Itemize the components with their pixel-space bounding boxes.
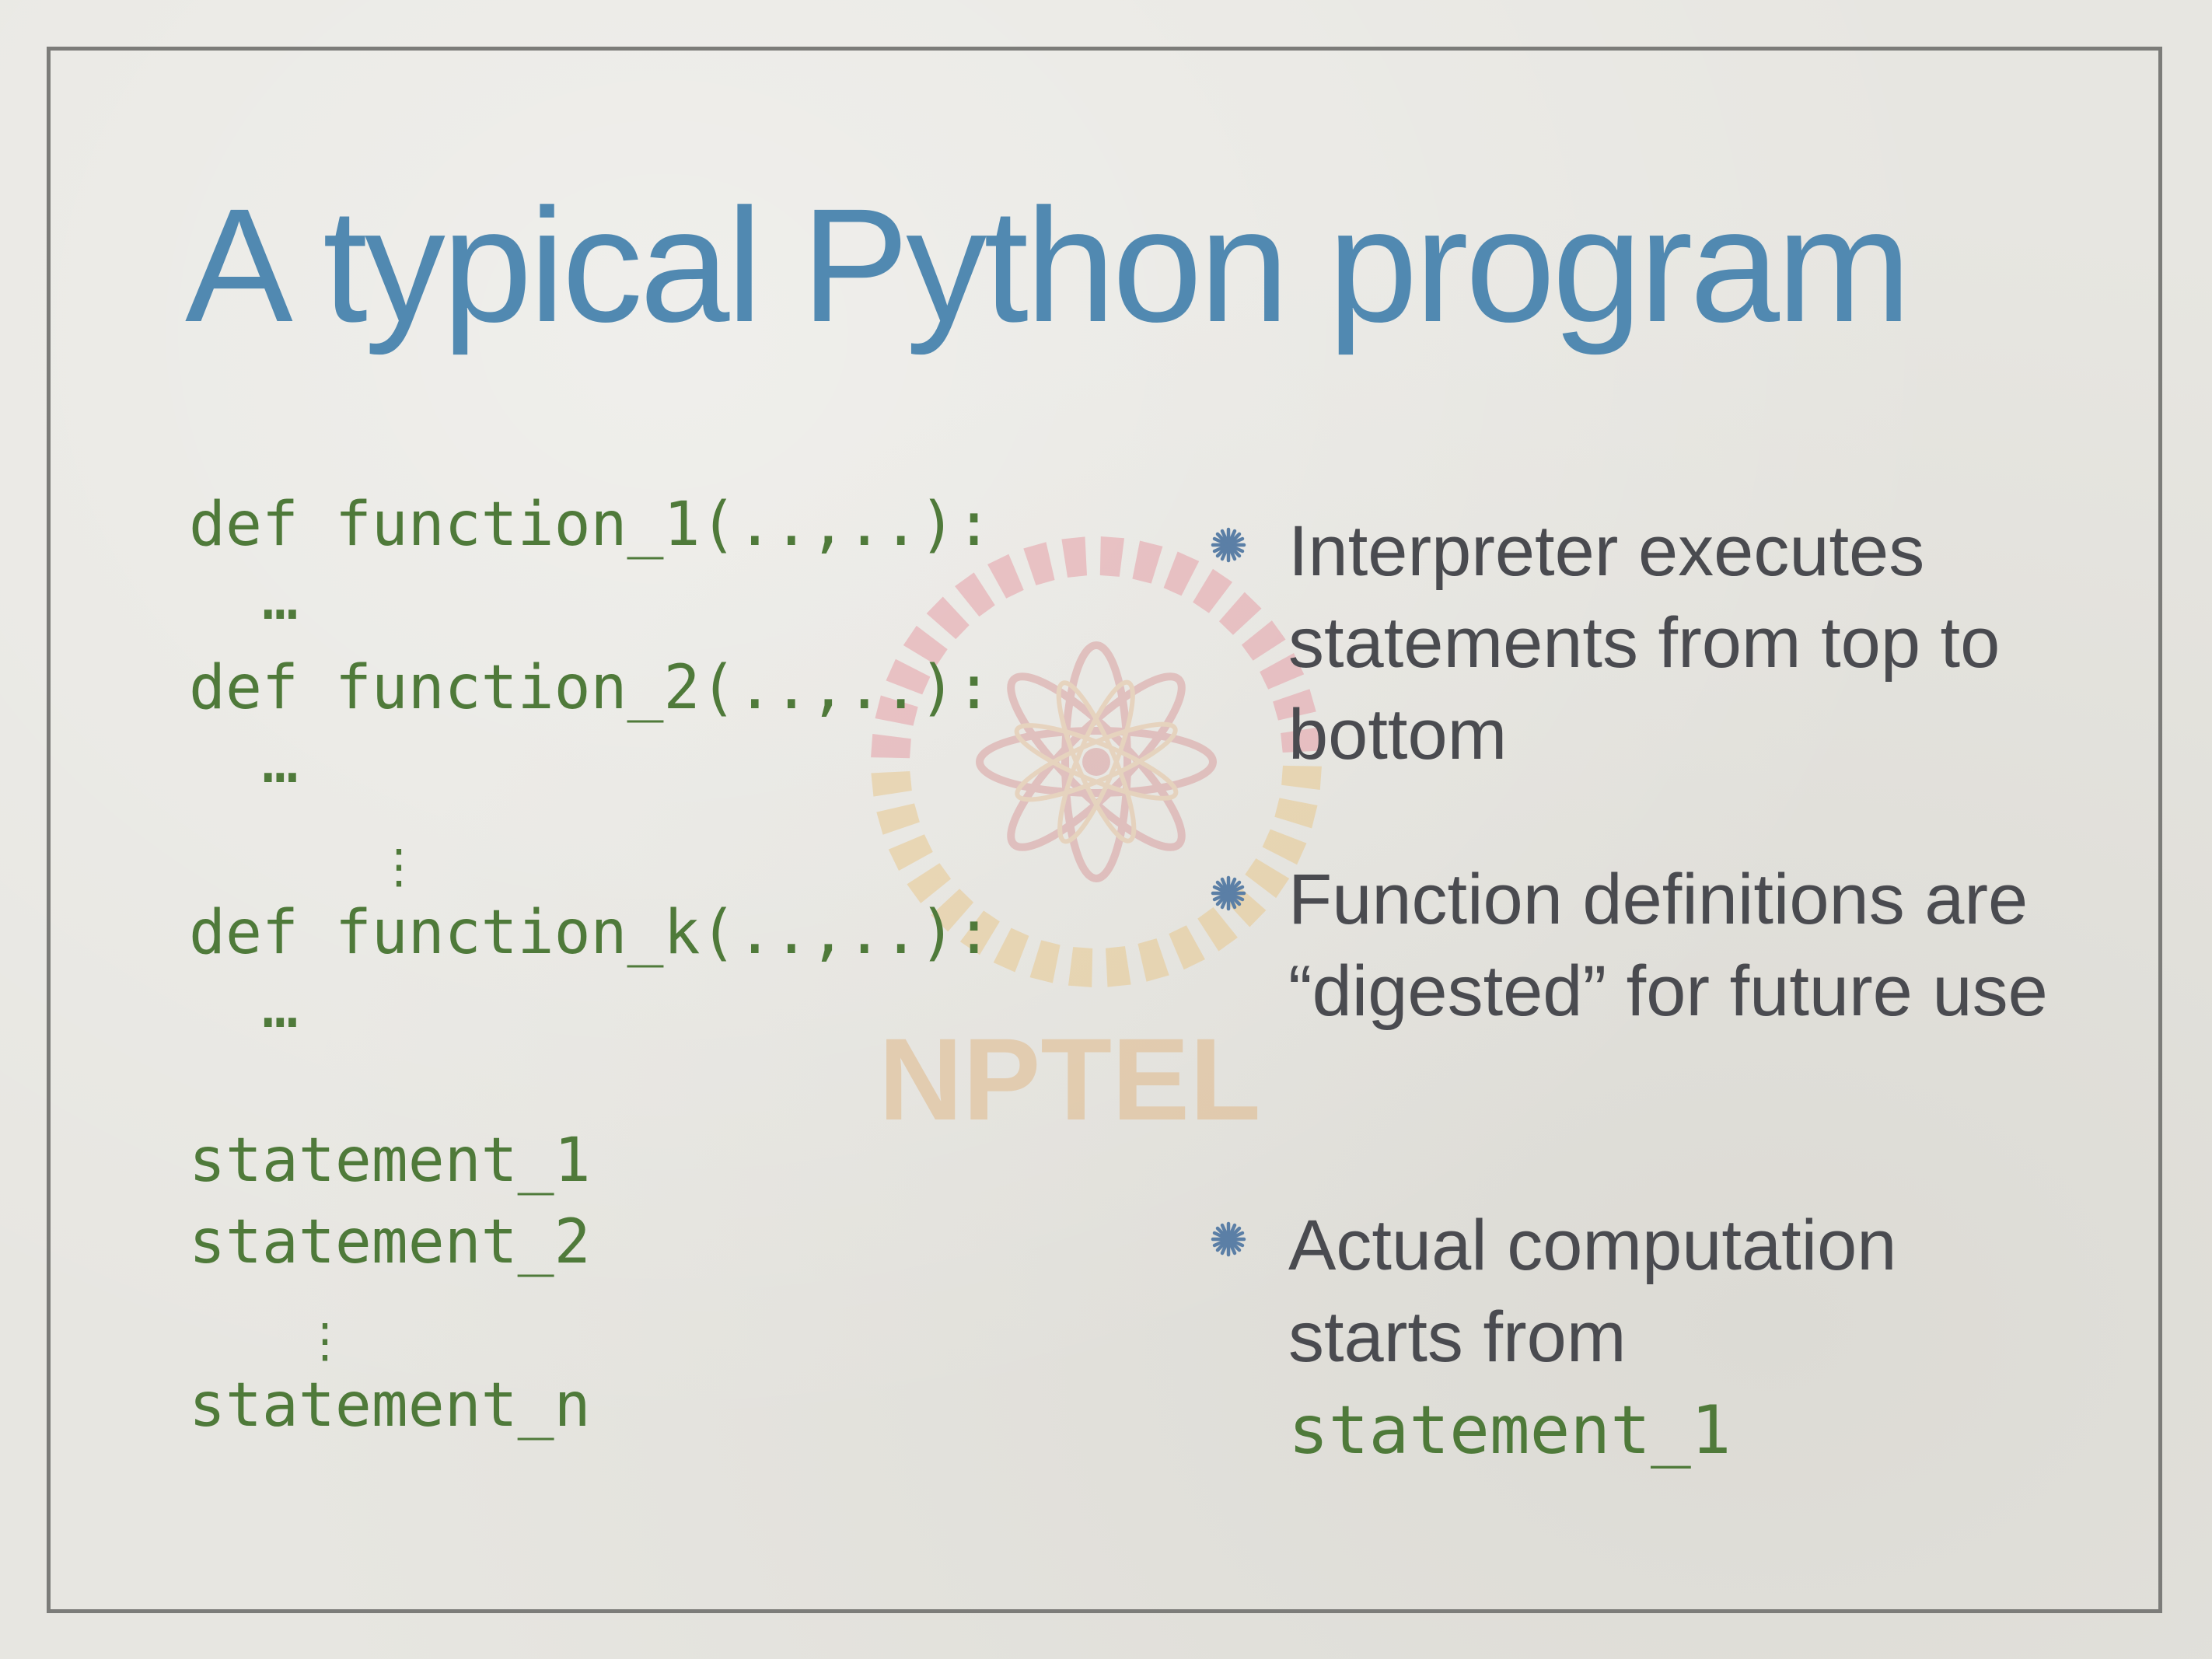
bullet-text-3-prose: Actual computation starts from <box>1288 1206 1897 1377</box>
code-line-ellipsis-1: … <box>189 564 299 634</box>
code-line-statement-1: statement_1 <box>189 1126 591 1196</box>
nptel-watermark-logo: NPTEL <box>871 536 1322 1143</box>
code-line-ellipsis-k: … <box>189 972 299 1042</box>
asterisk-bullet-icon <box>1211 875 1246 911</box>
asterisk-bullet-icon <box>1211 527 1246 563</box>
vertical-ellipsis-statements: ⋮ <box>302 1314 348 1368</box>
code-line-def-function-2: def function_2(..,..): <box>189 653 993 723</box>
slide-title: A typical Python program <box>185 176 1911 356</box>
code-line-statement-n: statement_n <box>189 1371 591 1441</box>
bullet-text-1: Interpreter executes statements from top… <box>1288 512 2001 774</box>
code-line-statement-2: statement_2 <box>189 1207 591 1277</box>
bullet-text-2: Function definitions are “digested” for … <box>1288 860 2048 1031</box>
code-line-def-function-1: def function_1(..,..): <box>189 490 993 560</box>
asterisk-bullet-icon <box>1211 1221 1246 1257</box>
bullet-text-3-code: statement_1 <box>1288 1392 1732 1469</box>
bullet-text-3: Actual computation starts from statement… <box>1288 1200 2081 1476</box>
code-line-ellipsis-2: … <box>189 727 299 797</box>
watermark-text: NPTEL <box>879 1014 1261 1143</box>
code-line-def-function-k: def function_k(..,..): <box>189 898 993 968</box>
vertical-ellipsis-functions: ⋮ <box>376 840 422 894</box>
